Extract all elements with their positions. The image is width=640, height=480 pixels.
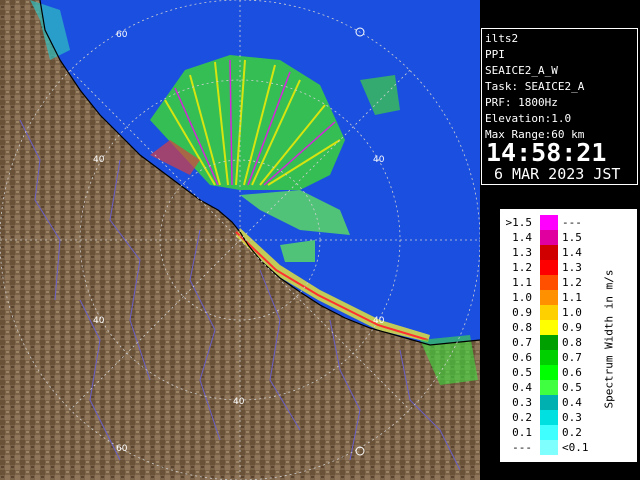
legend-upper-bound: 0.5 — [562, 381, 582, 394]
legend-swatch — [540, 350, 558, 365]
legend-lower-bound: 0.5 — [512, 366, 532, 379]
legend-row: 0.1 0.2 — [500, 425, 600, 440]
legend-swatch — [540, 245, 558, 260]
legend-title: Spectrum Width in m/s — [602, 229, 616, 449]
legend-row: 0.8 0.9 — [500, 320, 600, 335]
legend-swatch — [540, 305, 558, 320]
legend-row: 0.5 0.6 — [500, 365, 600, 380]
legend-lower-bound: 0.3 — [512, 396, 532, 409]
ring-label: 40 — [93, 316, 105, 326]
legend-lower-bound: 0.7 — [512, 336, 532, 349]
legend-lower-bound: 1.1 — [512, 276, 532, 289]
legend-row: 1.3 1.4 — [500, 245, 600, 260]
legend-row: --- <0.1 — [500, 440, 600, 455]
legend-swatch — [540, 365, 558, 380]
legend-lower-bound: --- — [512, 441, 532, 454]
legend-swatch — [540, 410, 558, 425]
legend-upper-bound: 1.0 — [562, 306, 582, 319]
ring-label: 40 — [93, 155, 105, 165]
ring-label: 40 — [233, 397, 245, 407]
legend-lower-bound: 0.8 — [512, 321, 532, 334]
legend-upper-bound: 0.8 — [562, 336, 582, 349]
legend-upper-bound: 0.7 — [562, 351, 582, 364]
legend-row: >1.5 --- — [500, 215, 600, 230]
legend-lower-bound: 0.6 — [512, 351, 532, 364]
legend-upper-bound: 1.5 — [562, 231, 582, 244]
legend-upper-bound: 1.1 — [562, 291, 582, 304]
legend-row: 0.4 0.5 — [500, 380, 600, 395]
legend-upper-bound: 1.3 — [562, 261, 582, 274]
legend-lower-bound: 0.1 — [512, 426, 532, 439]
legend-lower-bound: 1.2 — [512, 261, 532, 274]
volume-name: SEAICE2_A_W — [485, 64, 558, 77]
legend-swatch — [540, 425, 558, 440]
prf-value: PRF: 1800Hz — [485, 96, 558, 109]
legend-upper-bound: 0.4 — [562, 396, 582, 409]
legend-lower-bound: 1.4 — [512, 231, 532, 244]
scan-time: 14:58:21 — [486, 138, 607, 167]
ring-label: 40 — [373, 155, 385, 165]
ring-label: 60 — [116, 444, 128, 454]
legend-swatch — [540, 335, 558, 350]
legend-row: 0.2 0.3 — [500, 410, 600, 425]
legend-upper-bound: 1.4 — [562, 246, 582, 259]
radar-ppi-map: 60 40 40 40 40 40 60 — [0, 0, 480, 480]
legend-row: 1.4 1.5 — [500, 230, 600, 245]
legend-lower-bound: 0.4 — [512, 381, 532, 394]
scan-date: 6 MAR 2023 JST — [494, 165, 621, 183]
legend-upper-bound: <0.1 — [562, 441, 589, 454]
ring-label: 60 — [116, 30, 128, 40]
elevation-value: Elevation:1.0 — [485, 112, 572, 125]
legend-row: 1.0 1.1 — [500, 290, 600, 305]
legend-upper-bound: 0.9 — [562, 321, 582, 334]
legend-swatch — [540, 290, 558, 305]
radar-info-panel: ilts2 PPI SEAICE2_A_W Task: SEAICE2_A PR… — [481, 28, 638, 185]
legend-lower-bound: 1.0 — [512, 291, 532, 304]
legend-swatch — [540, 395, 558, 410]
legend-lower-bound: 1.3 — [512, 246, 532, 259]
legend-row: 0.3 0.4 — [500, 395, 600, 410]
legend-title-text: Spectrum Width in m/s — [602, 269, 616, 409]
legend-swatch — [540, 260, 558, 275]
legend-row: 0.9 1.0 — [500, 305, 600, 320]
legend-row: 1.1 1.2 — [500, 275, 600, 290]
legend-row: 0.6 0.7 — [500, 350, 600, 365]
legend-lower-bound: 0.9 — [512, 306, 532, 319]
task-name: Task: SEAICE2_A — [485, 80, 585, 93]
legend-swatch — [540, 440, 558, 455]
color-legend: >1.5 --- 1.4 1.5 1.3 1.4 1.2 1.3 1.1 1.2 1.0 1.1 0.9… — [499, 208, 638, 463]
legend-row: 0.7 0.8 — [500, 335, 600, 350]
legend-swatch — [540, 230, 558, 245]
legend-swatch — [540, 320, 558, 335]
product-type: PPI — [485, 48, 505, 61]
legend-swatch — [540, 275, 558, 290]
legend-upper-bound: 1.2 — [562, 276, 582, 289]
legend-upper-bound: --- — [562, 216, 582, 229]
ring-label: 40 — [373, 316, 385, 326]
legend-swatch — [540, 215, 558, 230]
site-name: ilts2 — [485, 32, 519, 45]
legend-swatch — [540, 380, 558, 395]
legend-row: 1.2 1.3 — [500, 260, 600, 275]
legend-lower-bound: 0.2 — [512, 411, 532, 424]
legend-upper-bound: 0.2 — [562, 426, 582, 439]
legend-upper-bound: 0.6 — [562, 366, 582, 379]
legend-upper-bound: 0.3 — [562, 411, 582, 424]
legend-lower-bound: >1.5 — [505, 216, 533, 229]
